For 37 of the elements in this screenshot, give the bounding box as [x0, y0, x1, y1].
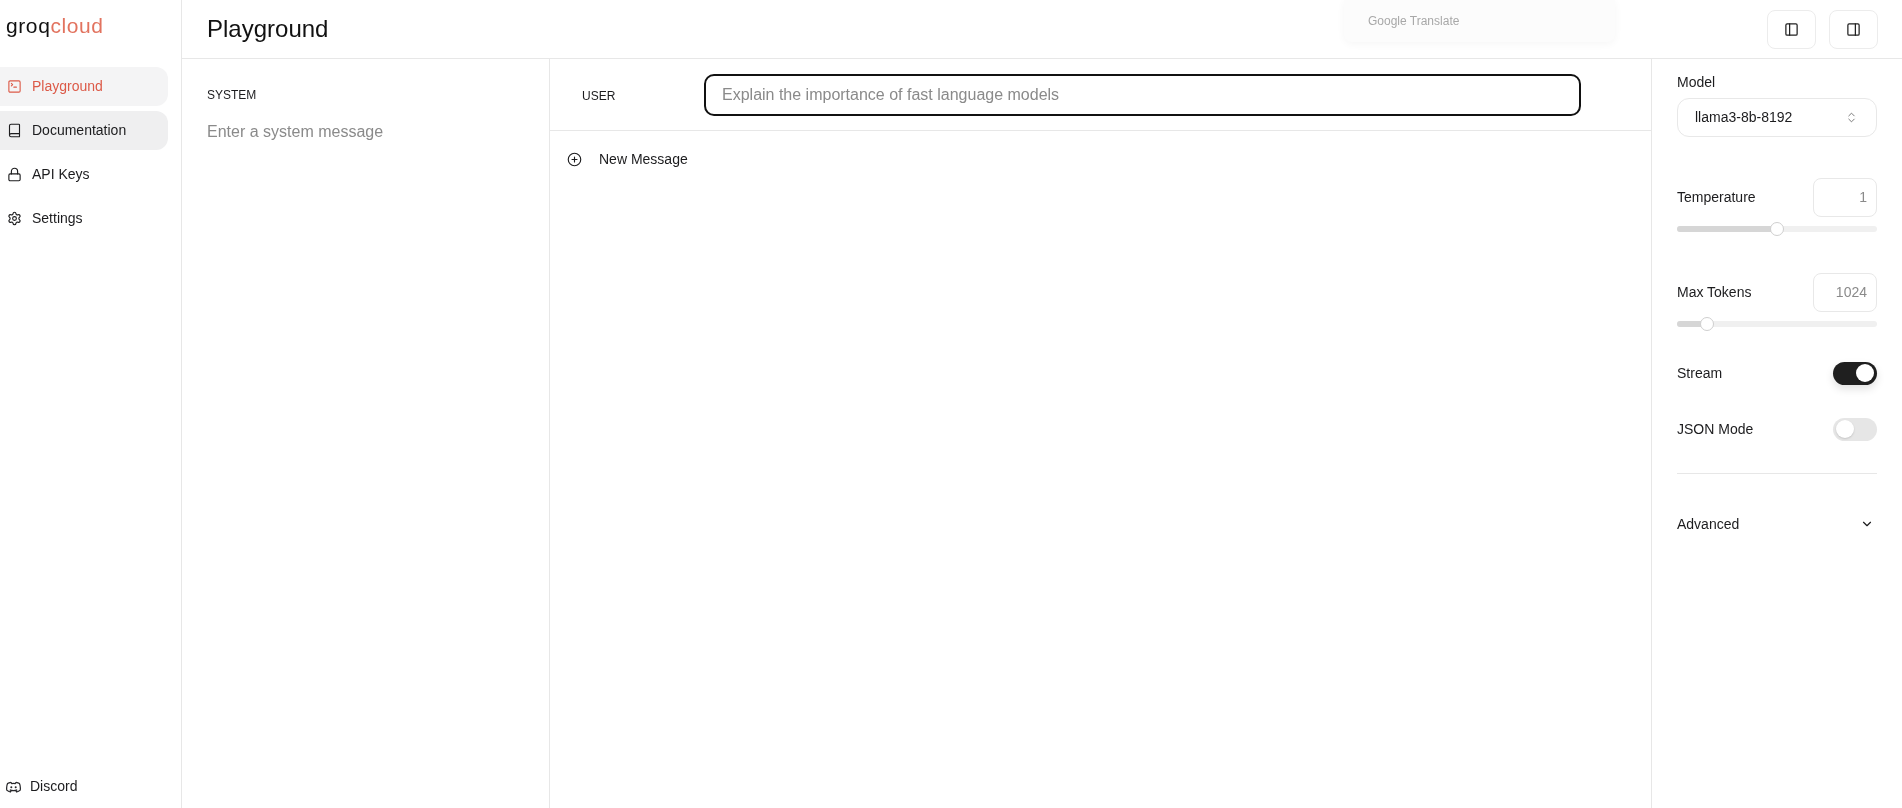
discord-logo-icon — [6, 780, 21, 793]
number-field[interactable]: 1024 — [1813, 273, 1877, 312]
toggle-switch[interactable] — [1833, 361, 1877, 385]
toggle-switch[interactable] — [1833, 417, 1877, 441]
discord-link[interactable]: Discord — [0, 767, 168, 806]
toggle-left-panel-button[interactable] — [1767, 9, 1816, 49]
settings-icon — [7, 211, 22, 226]
advanced-section-toggle[interactable]: Advanced — [1677, 514, 1877, 534]
new-message-button[interactable]: New Message — [567, 149, 688, 169]
plus-circle-icon — [567, 151, 582, 167]
book-icon — [7, 123, 22, 138]
model-select[interactable]: llama3-8b-8192 — [1677, 98, 1877, 137]
slider-thumb[interactable] — [1700, 317, 1715, 331]
terminal-icon — [7, 79, 22, 94]
slider-track[interactable] — [1677, 316, 1877, 332]
groqcloud-logo[interactable]: groqcloud — [6, 13, 104, 39]
slider-label: Max Tokens — [1677, 283, 1752, 302]
system-label: SYSTEM — [207, 88, 257, 102]
slider-label: Temperature — [1677, 188, 1756, 207]
model-label: Model — [1677, 73, 1716, 92]
message-role-label: USER — [582, 88, 616, 103]
lock-icon — [7, 167, 22, 182]
panel-left-icon — [1784, 21, 1799, 37]
toggle-right-panel-button[interactable] — [1829, 9, 1878, 49]
toggle-label: JSON Mode — [1677, 419, 1754, 439]
toggle-label: Stream — [1677, 363, 1723, 383]
panel-right-icon — [1846, 21, 1861, 37]
sidebar-nav-item[interactable]: API Keys — [0, 155, 168, 194]
user-message-field[interactable]: Explain the importance of fast language models — [704, 73, 1581, 116]
slider-track[interactable] — [1677, 221, 1877, 237]
page-title: Playground — [207, 14, 329, 44]
system-message-field[interactable]: Enter a system message — [207, 122, 529, 262]
chevrons-up-down-icon — [1845, 111, 1858, 124]
slider-thumb[interactable] — [1770, 222, 1784, 236]
sidebar-nav-item[interactable]: Documentation — [0, 111, 168, 150]
translate-popup-label: Google Translate — [1368, 13, 1460, 30]
sidebar-nav-item[interactable]: Settings — [0, 199, 168, 238]
